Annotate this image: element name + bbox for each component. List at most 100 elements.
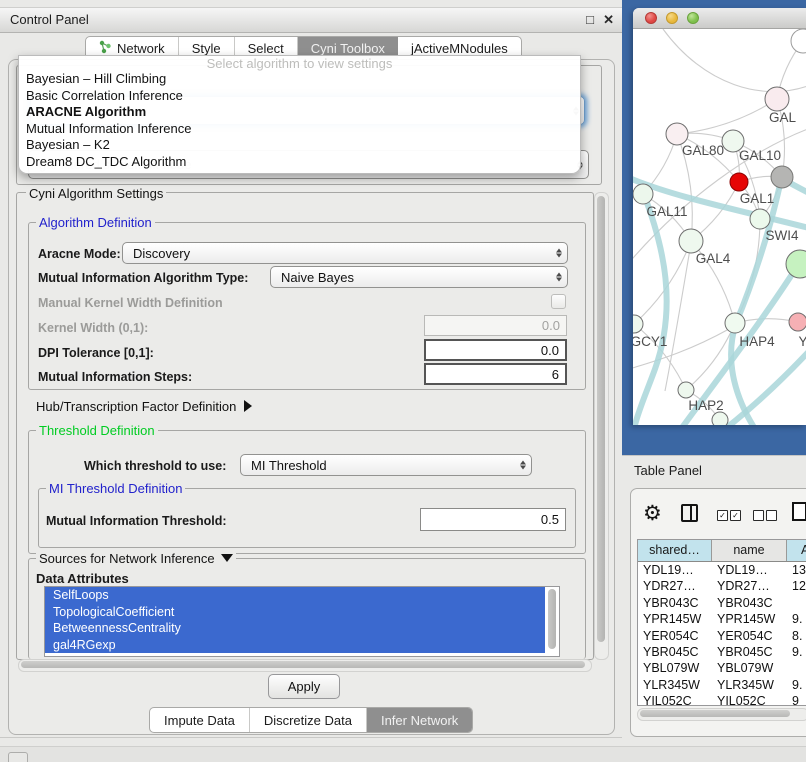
table-row[interactable]: YBR045CYBR045C9. [638,644,806,660]
table-panel-titlebar: Table Panel [622,455,806,485]
dpi-tolerance-value: 0.0 [541,343,559,358]
network-node[interactable] [679,229,703,253]
document-icon[interactable] [792,502,806,521]
tab-network-label: Network [117,41,165,56]
network-node[interactable] [771,166,793,188]
tab-infer-network-label: Infer Network [381,713,458,728]
kernel-width-input[interactable]: 0.0 [424,315,567,336]
mi-type-label: Mutual Information Algorithm Type: [38,271,248,285]
mi-threshold-input[interactable]: 0.5 [420,508,566,531]
apply-button[interactable]: Apply [268,674,340,699]
which-threshold-combobox[interactable]: MI Threshold [240,454,532,476]
data-attributes-list[interactable]: SelfLoops TopologicalCoefficient Between… [44,586,560,657]
table-row[interactable]: YBL079WYBL079W [638,660,806,676]
tab-impute-data-label: Impute Data [164,713,235,728]
cyni-algorithm-settings-title: Cyni Algorithm Settings [26,186,166,201]
table-row[interactable]: YDR27…YDR27…12 [638,578,806,594]
minimized-panel-button[interactable] [8,752,28,762]
mi-steps-input[interactable]: 6 [424,363,567,385]
network-node[interactable] [789,313,806,331]
table-horizontal-scrollbar[interactable] [637,708,806,721]
dropdown-item[interactable]: Basic Correlation Inference [19,88,580,105]
tab-select-label: Select [248,41,284,56]
mi-steps-label: Mutual Information Steps: [38,370,192,384]
scrollbar-thumb[interactable] [597,196,605,642]
dropdown-item-aracne[interactable]: ARACNE Algorithm [19,104,580,121]
table-header-row: shared… name A [638,540,806,562]
aracne-mode-combobox[interactable]: Discovery [122,242,568,264]
select-all-check-icon[interactable]: ✓ [717,510,728,521]
sources-title: Sources for Network Inference [39,551,215,566]
list-item[interactable]: TopologicalCoefficient [45,604,545,621]
hub-definition-toggle[interactable]: Hub/Transcription Factor Definition [36,399,252,414]
network-node-label: GAL11 [646,204,687,219]
expanded-arrow-icon [221,554,233,562]
data-attributes-label: Data Attributes [36,571,129,586]
close-traffic-light-icon[interactable] [645,12,657,24]
dropdown-item[interactable]: Dream8 DC_TDC Algorithm [19,154,580,171]
deselect-all-box-icon[interactable] [766,510,777,521]
dropdown-item[interactable]: Mutual Information Inference [19,121,580,138]
deselect-all-box-icon[interactable] [753,510,764,521]
tab-discretize-data[interactable]: Discretize Data [250,708,367,732]
apply-button-label: Apply [288,679,321,694]
tab-cyni-toolbox-label: Cyni Toolbox [311,41,385,56]
gear-icon[interactable]: ⚙ [643,501,662,526]
screen: Control Panel □ ✕ Network Style Select C… [0,0,806,762]
tab-infer-network[interactable]: Infer Network [367,708,472,732]
network-canvas[interactable]: GALGAL80GAL10GAL1GAL11SWI4GAL4GCY1HAP4YH… [633,29,806,425]
dpi-tolerance-label: DPI Tolerance [0,1]: [38,346,154,360]
table-row[interactable]: YLR345WYLR345W9. [638,677,806,693]
network-node[interactable] [725,313,745,333]
network-node[interactable] [765,87,789,111]
network-node-label: GCY1 [633,334,667,349]
tab-discretize-data-label: Discretize Data [264,713,352,728]
mi-type-combobox[interactable]: Naive Bayes [270,266,568,288]
network-node[interactable] [633,184,653,204]
close-icon[interactable]: ✕ [603,8,614,32]
control-panel-title: Control Panel [10,8,89,32]
network-node[interactable] [712,412,728,425]
list-item[interactable]: gal4RGexp [45,637,545,654]
dropdown-item[interactable]: Bayesian – Hill Climbing [19,71,580,88]
network-node[interactable] [750,209,770,229]
network-window-titlebar[interactable] [633,8,806,29]
table-row[interactable]: YBR043CYBR043C [638,595,806,611]
minimize-traffic-light-icon[interactable] [666,12,678,24]
tab-style-label: Style [192,41,221,56]
network-node[interactable] [678,382,694,398]
table-row[interactable]: YER054CYER054C8. [638,628,806,644]
zoom-traffic-light-icon[interactable] [687,12,699,24]
tab-impute-data[interactable]: Impute Data [150,708,250,732]
dropdown-prompt: Select algorithm to view settings [19,56,580,71]
network-node-label: GAL [769,110,797,125]
kernel-width-value: 0.0 [542,318,560,333]
list-item[interactable]: BetweennessCentrality [45,620,545,637]
combo-spinner-icon [556,273,562,282]
network-node-label: GAL10 [739,148,781,163]
column-header-partial[interactable]: A [787,540,806,561]
table-row[interactable]: YDL19…YDL19…13 [638,562,806,578]
network-node[interactable] [730,173,748,191]
mi-type-value: Naive Bayes [281,270,354,285]
network-node[interactable] [791,29,806,53]
float-window-icon[interactable]: □ [586,8,594,32]
dpi-tolerance-input[interactable]: 0.0 [424,339,567,361]
column-header-name[interactable]: name [712,540,787,561]
settings-vertical-scrollbar[interactable] [594,192,609,660]
select-all-check-icon[interactable]: ✓ [730,510,741,521]
table-row[interactable]: YPR145WYPR145W9. [638,611,806,627]
manual-kernel-checkbox[interactable] [551,294,566,309]
scrollbar-thumb[interactable] [21,661,585,668]
dropdown-item[interactable]: Bayesian – K2 [19,137,580,154]
list-scrollbar-thumb[interactable] [548,589,556,649]
column-header-shared-name[interactable]: shared… [638,540,712,561]
network-node[interactable] [666,123,688,145]
control-panel-titlebar: Control Panel □ ✕ [0,7,622,33]
scrollbar-thumb[interactable] [640,710,790,717]
sources-toggle[interactable]: Sources for Network Inference [36,551,236,566]
settings-horizontal-scrollbar[interactable] [18,659,592,672]
columns-icon[interactable] [681,504,698,522]
table-row[interactable]: YIL052CYIL052C9 [638,693,806,706]
list-item[interactable]: SelfLoops [45,587,545,604]
